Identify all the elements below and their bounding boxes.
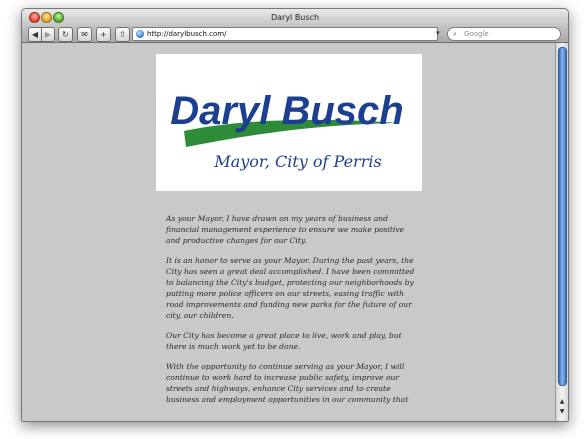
- browser-window: Daryl Busch ◀ ▶ ↻ ✉ + ⇧ http://darylbusc…: [21, 8, 569, 422]
- logo-subtitle: Mayor, City of Perris: [213, 152, 381, 171]
- search-placeholder: Google: [464, 30, 489, 38]
- reload-icon: ↻: [62, 30, 69, 39]
- vertical-scrollbar[interactable]: ▲ ▼: [555, 43, 568, 421]
- bookmark-icon: ✉: [81, 30, 88, 39]
- add-bookmark-icon: +: [100, 30, 107, 39]
- browser-toolbar: ◀ ▶ ↻ ✉ + ⇧ http://darylbusch.com/ ▾ ⌕ G…: [22, 26, 568, 43]
- back-arrow-icon: ◀: [31, 30, 39, 39]
- scroll-up-arrow-icon[interactable]: ▲: [558, 398, 566, 406]
- page-content: Daryl Busch Mayor, City of Perris As you…: [22, 43, 556, 421]
- bookmarks-button[interactable]: ✉: [77, 27, 92, 42]
- close-window-button[interactable]: [29, 12, 40, 23]
- scroll-down-arrow-icon[interactable]: ▼: [558, 408, 566, 416]
- forward-arrow-icon: ▶: [44, 30, 52, 39]
- zoom-window-button[interactable]: [53, 12, 64, 23]
- article-body: As your Mayor, I have drawn on my years …: [166, 213, 420, 414]
- search-field[interactable]: ⌕ Google: [447, 27, 561, 41]
- search-icon: ⌕: [453, 30, 457, 38]
- paragraph: Our City has become a great place to liv…: [166, 331, 402, 351]
- globe-icon: [136, 30, 144, 38]
- title-bar: Daryl Busch: [22, 9, 568, 26]
- minimize-window-button[interactable]: [41, 12, 52, 23]
- logo-image: Daryl Busch Mayor, City of Perris: [170, 89, 403, 171]
- paragraph: As your Mayor, I have drawn on my years …: [166, 214, 405, 245]
- logo-banner: Daryl Busch Mayor, City of Perris: [156, 54, 422, 191]
- forward-button[interactable]: ▶: [41, 27, 55, 42]
- url-text: http://darylbusch.com/: [147, 30, 227, 38]
- back-button[interactable]: ◀: [28, 27, 42, 42]
- share-icon: ⇧: [119, 30, 126, 39]
- share-button[interactable]: ⇧: [115, 27, 130, 42]
- logo-name: Daryl Busch: [170, 89, 403, 133]
- add-bookmark-button[interactable]: +: [96, 27, 111, 42]
- paragraph: With the opportunity to continue serving…: [166, 362, 409, 404]
- address-bar[interactable]: http://darylbusch.com/: [132, 27, 438, 41]
- scrollbar-thumb[interactable]: [558, 47, 567, 386]
- window-title: Daryl Busch: [270, 13, 320, 22]
- reload-button[interactable]: ↻: [58, 27, 73, 42]
- paragraph: It is an honor to serve as your Mayor. D…: [166, 256, 415, 320]
- address-dropdown-icon[interactable]: ▾: [436, 29, 440, 37]
